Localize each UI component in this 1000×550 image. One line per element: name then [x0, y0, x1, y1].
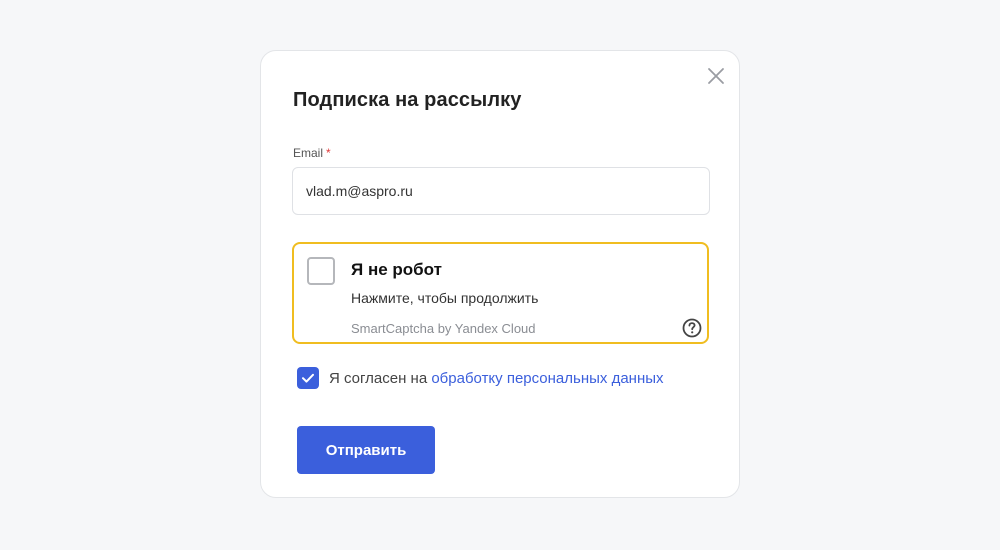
- consent-label: Я согласен на обработку персональных дан…: [329, 370, 664, 387]
- checkmark-icon: [302, 373, 314, 383]
- captcha-title: Я не робот: [351, 260, 442, 279]
- consent-checkbox[interactable]: [297, 367, 319, 389]
- subscription-modal: Подписка на рассылку Email* Я не робот Н…: [260, 50, 740, 498]
- consent-text: Я согласен на: [329, 370, 432, 387]
- captcha-subtitle: Нажмите, чтобы продолжить: [351, 290, 539, 306]
- modal-title: Подписка на рассылку: [293, 89, 522, 111]
- personal-data-link[interactable]: обработку персональных данных: [431, 370, 663, 387]
- close-icon: [708, 68, 724, 84]
- submit-button[interactable]: Отправить: [297, 426, 435, 474]
- required-mark: *: [326, 146, 331, 160]
- smart-captcha: Я не робот Нажмите, чтобы продолжить Sma…: [292, 242, 709, 344]
- email-label: Email *: [293, 146, 331, 160]
- captcha-brand: SmartCaptcha by Yandex Cloud: [351, 321, 536, 336]
- help-circle-icon: [682, 318, 702, 338]
- email-input[interactable]: [292, 167, 710, 215]
- captcha-checkbox[interactable]: [307, 257, 335, 285]
- email-label-text: Email: [293, 146, 324, 160]
- close-button[interactable]: [705, 65, 727, 87]
- captcha-help-button[interactable]: [682, 318, 702, 338]
